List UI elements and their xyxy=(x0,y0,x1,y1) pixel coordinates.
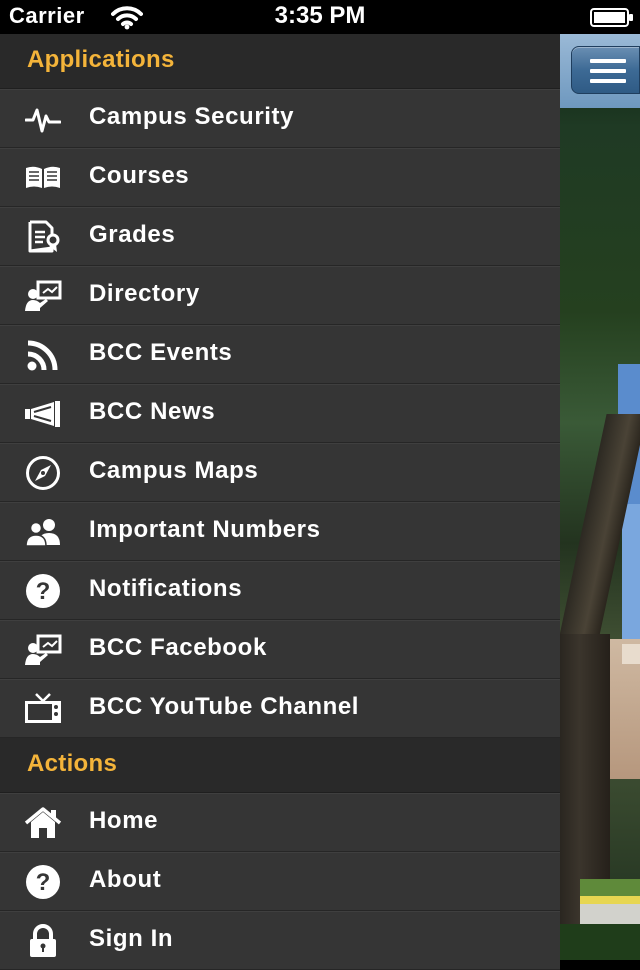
compass-icon xyxy=(24,456,62,490)
status-bar: Carrier 3:35 PM xyxy=(0,0,640,34)
book-icon xyxy=(24,161,62,195)
battery-icon xyxy=(590,8,634,33)
menu-toggle-button[interactable] xyxy=(571,46,640,94)
menu-item-label: Campus Security xyxy=(89,103,295,130)
tv-icon xyxy=(24,692,62,726)
menu-item-label: BCC Facebook xyxy=(89,634,267,661)
menu-item-label: Home xyxy=(89,807,159,834)
rss-icon xyxy=(24,338,62,372)
menu-item-bcc-facebook[interactable]: BCC Facebook xyxy=(0,620,560,679)
status-time: 3:35 PM xyxy=(274,2,366,29)
menu-item-important-numbers[interactable]: Important Numbers xyxy=(0,502,560,561)
menu-item-sign-in[interactable]: Sign In xyxy=(0,911,560,970)
menu-item-label: Campus Maps xyxy=(89,457,259,484)
presenter-icon xyxy=(24,633,62,667)
svg-text:?: ? xyxy=(36,869,51,896)
menu-item-bcc-events[interactable]: BCC Events xyxy=(0,325,560,384)
side-drawer: Applications Campus Security Courses Gra… xyxy=(0,34,560,970)
menu-item-campus-maps[interactable]: Campus Maps xyxy=(0,443,560,502)
menu-item-about[interactable]: ? About xyxy=(0,852,560,911)
menu-item-home[interactable]: Home xyxy=(0,793,560,852)
menu-item-courses[interactable]: Courses xyxy=(0,148,560,207)
menu-item-bcc-news[interactable]: BCC News xyxy=(0,384,560,443)
menu-item-campus-security[interactable]: Campus Security xyxy=(0,89,560,148)
section-title: Applications xyxy=(27,46,175,73)
people-icon xyxy=(24,515,62,549)
home-icon xyxy=(24,806,62,840)
menu-item-label: Directory xyxy=(89,280,200,307)
menu-item-notifications[interactable]: ? Notifications xyxy=(0,561,560,620)
menu-item-bcc-youtube-channel[interactable]: BCC YouTube Channel xyxy=(0,679,560,738)
menu-item-label: Sign In xyxy=(89,925,174,952)
menu-item-label: Grades xyxy=(89,221,176,248)
menu-item-label: BCC Events xyxy=(89,339,233,366)
question-circle-icon: ? xyxy=(24,865,62,899)
question-circle-icon: ? xyxy=(24,574,62,608)
section-title: Actions xyxy=(27,750,118,777)
svg-text:?: ? xyxy=(36,578,51,605)
section-header-actions: Actions xyxy=(0,738,560,793)
heartbeat-icon xyxy=(24,102,62,136)
menu-item-directory[interactable]: Directory xyxy=(0,266,560,325)
lock-icon xyxy=(24,924,62,958)
menu-item-label: Important Numbers xyxy=(89,516,321,543)
presenter-icon xyxy=(24,279,62,313)
certificate-document-icon xyxy=(24,220,62,254)
menu-item-label: Courses xyxy=(89,162,190,189)
menu-item-label: About xyxy=(89,866,162,893)
menu-item-label: BCC News xyxy=(89,398,216,425)
menu-item-grades[interactable]: Grades xyxy=(0,207,560,266)
section-header-applications: Applications xyxy=(0,34,560,89)
background-photo xyxy=(560,34,640,960)
megaphone-icon xyxy=(24,397,62,431)
menu-item-label: Notifications xyxy=(89,575,243,602)
menu-item-label: BCC YouTube Channel xyxy=(89,693,360,720)
